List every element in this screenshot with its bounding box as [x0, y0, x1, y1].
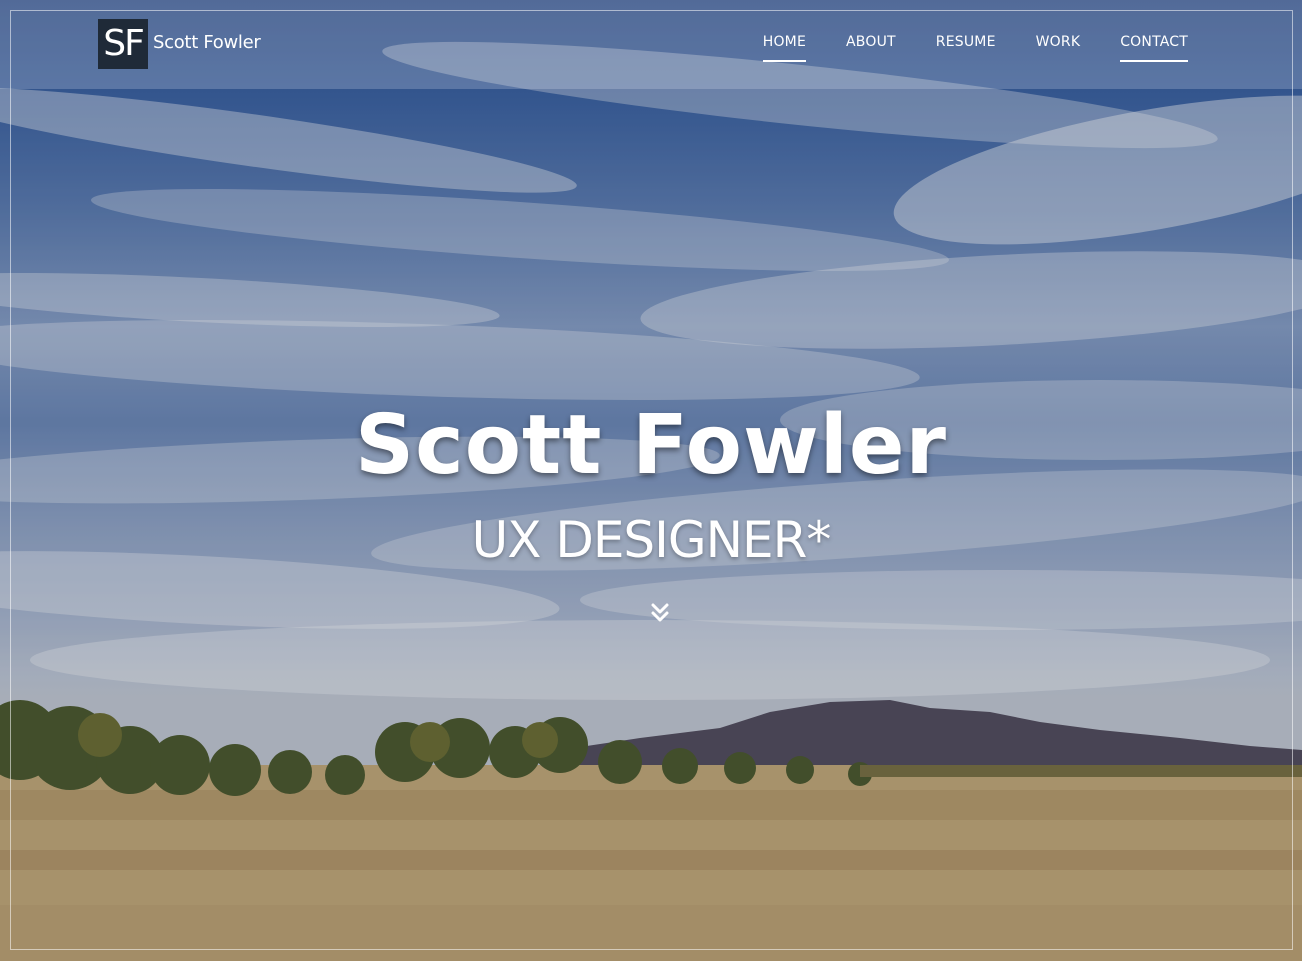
- top-navbar: SF Scott Fowler HOME ABOUT RESUME WORK C…: [0, 0, 1302, 89]
- hero-subtitle: UX DESIGNER*: [471, 511, 832, 569]
- brand-name: Scott Fowler: [153, 31, 261, 53]
- brand-link[interactable]: SF Scott Fowler: [98, 19, 261, 69]
- nav-about[interactable]: ABOUT: [846, 34, 896, 62]
- hero-title: Scott Fowler: [355, 398, 947, 493]
- main-nav: HOME ABOUT RESUME WORK CONTACT: [723, 34, 1188, 62]
- nav-contact[interactable]: CONTACT: [1120, 34, 1188, 62]
- double-chevron-down-icon[interactable]: [650, 602, 670, 624]
- nav-home[interactable]: HOME: [762, 34, 807, 62]
- nav-work[interactable]: WORK: [1036, 34, 1081, 62]
- nav-resume[interactable]: RESUME: [936, 34, 996, 62]
- logo-mark: SF: [98, 19, 148, 69]
